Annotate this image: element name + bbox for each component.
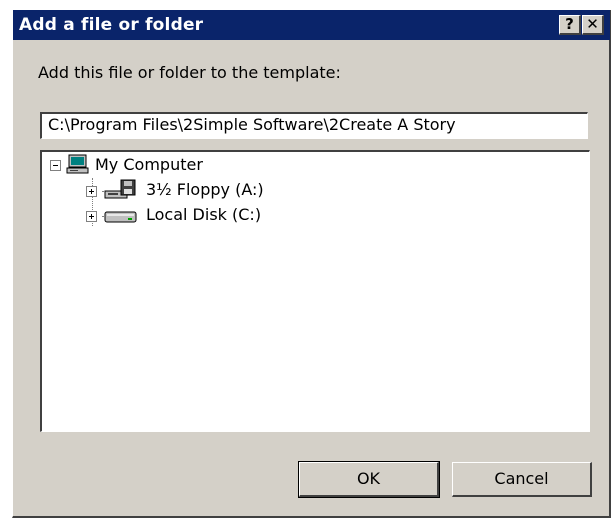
path-field[interactable]: C:\Program Files\2Simple Software\2Creat… bbox=[40, 112, 588, 139]
collapse-icon[interactable] bbox=[50, 160, 61, 171]
folder-tree[interactable]: My Computer 3½ Floppy (A:) Local Disk (C… bbox=[40, 150, 590, 432]
tree-item-label: 3½ Floppy (A:) bbox=[146, 180, 264, 199]
help-button[interactable]: ? bbox=[559, 15, 581, 35]
cancel-button[interactable]: Cancel bbox=[452, 462, 592, 497]
close-button[interactable]: ✕ bbox=[582, 15, 604, 35]
floppy-drive-icon bbox=[104, 179, 136, 199]
tree-item-label: My Computer bbox=[95, 155, 203, 174]
tree-item-my-computer[interactable]: My Computer bbox=[50, 154, 270, 176]
tree-item-floppy-drive[interactable]: 3½ Floppy (A:) bbox=[86, 179, 306, 201]
expand-icon[interactable] bbox=[86, 211, 97, 222]
expand-icon[interactable] bbox=[86, 186, 97, 197]
computer-icon bbox=[66, 154, 89, 174]
tree-item-local-disk[interactable]: Local Disk (C:) bbox=[86, 204, 306, 226]
prompt-label: Add this file or folder to the template: bbox=[38, 63, 341, 82]
hard-disk-icon bbox=[104, 211, 137, 223]
add-file-or-folder-dialog: Add a file or folder ? ✕ Add this file o… bbox=[12, 10, 611, 518]
ok-button[interactable]: OK bbox=[298, 461, 440, 498]
window-title: Add a file or folder bbox=[19, 15, 204, 35]
tree-item-label: Local Disk (C:) bbox=[146, 205, 262, 224]
title-bar[interactable]: Add a file or folder ? ✕ bbox=[13, 10, 610, 40]
